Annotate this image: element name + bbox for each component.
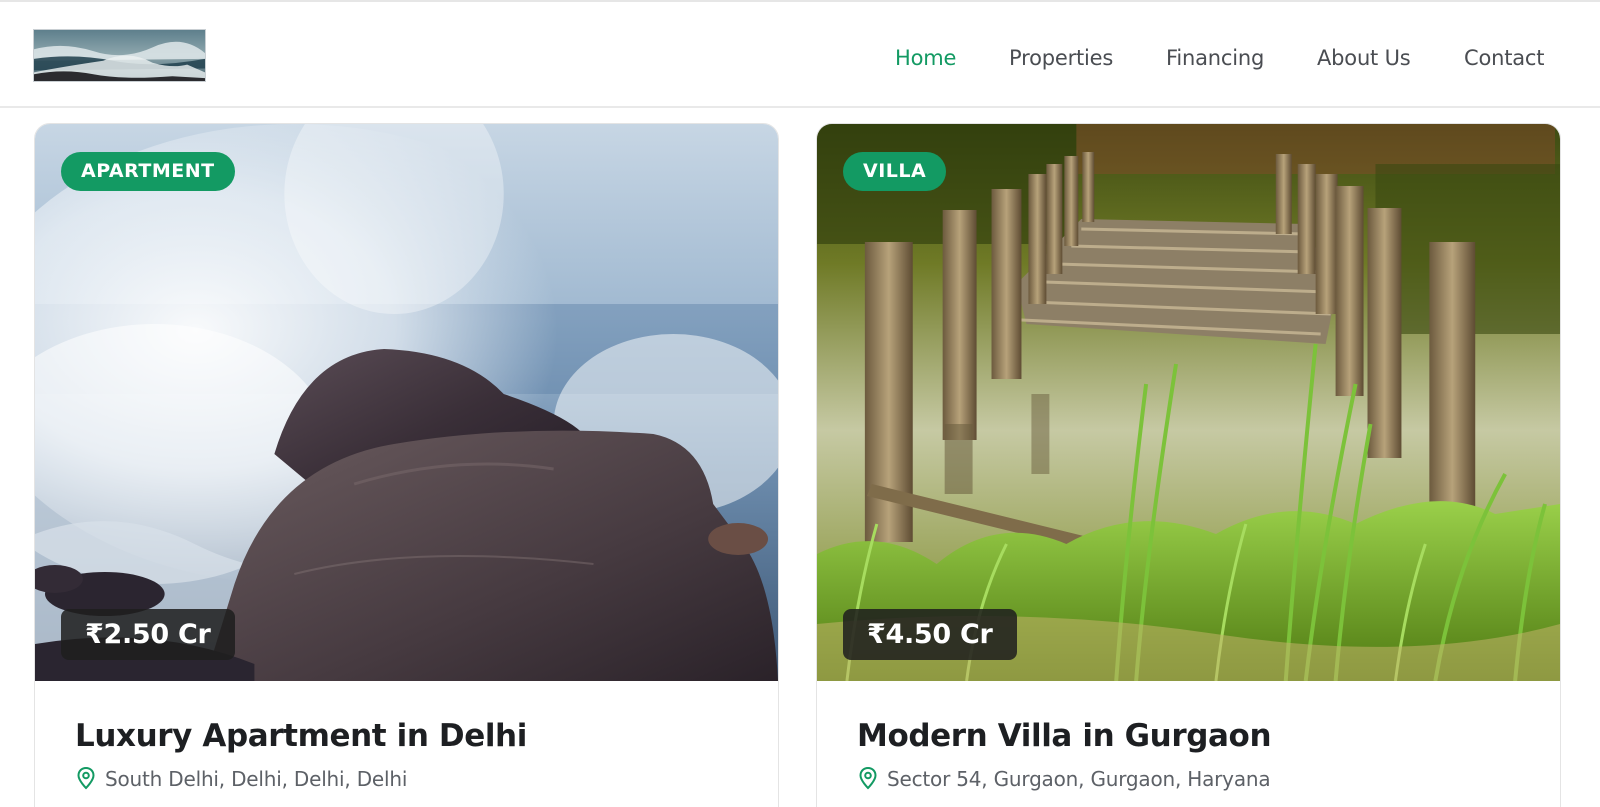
site-logo[interactable] <box>33 29 206 82</box>
property-card-apartment-delhi[interactable]: APARTMENT ₹2.50 Cr Luxury Apartment in D… <box>34 123 779 807</box>
price-badge: ₹4.50 Cr <box>843 609 1017 660</box>
map-pin-icon <box>77 766 95 790</box>
ocean-waves-on-rocks-photo <box>35 124 778 681</box>
property-type-badge: APARTMENT <box>61 152 235 191</box>
nav-properties[interactable]: Properties <box>1009 43 1113 73</box>
property-title[interactable]: Luxury Apartment in Delhi <box>75 716 527 756</box>
property-title[interactable]: Modern Villa in Gurgaon <box>857 716 1272 756</box>
map-pin-icon <box>859 766 877 790</box>
nav-about-us[interactable]: About Us <box>1317 43 1411 73</box>
property-type-badge: VILLA <box>843 152 947 191</box>
nav-financing[interactable]: Financing <box>1166 43 1264 73</box>
site-header: Home Properties Financing About Us Conta… <box>0 2 1600 108</box>
landscape-photo-logo-icon <box>34 30 205 81</box>
wooden-pier-in-pond-photo <box>817 124 1560 681</box>
price-badge: ₹2.50 Cr <box>61 609 235 660</box>
nav-contact[interactable]: Contact <box>1464 43 1545 73</box>
location-text: South Delhi, Delhi, Delhi, Delhi <box>105 767 408 791</box>
location-text: Sector 54, Gurgaon, Gurgaon, Haryana <box>887 767 1271 791</box>
nav-home[interactable]: Home <box>895 43 956 73</box>
property-card-villa-gurgaon[interactable]: VILLA ₹4.50 Cr Modern Villa in Gurgaon S… <box>816 123 1561 807</box>
